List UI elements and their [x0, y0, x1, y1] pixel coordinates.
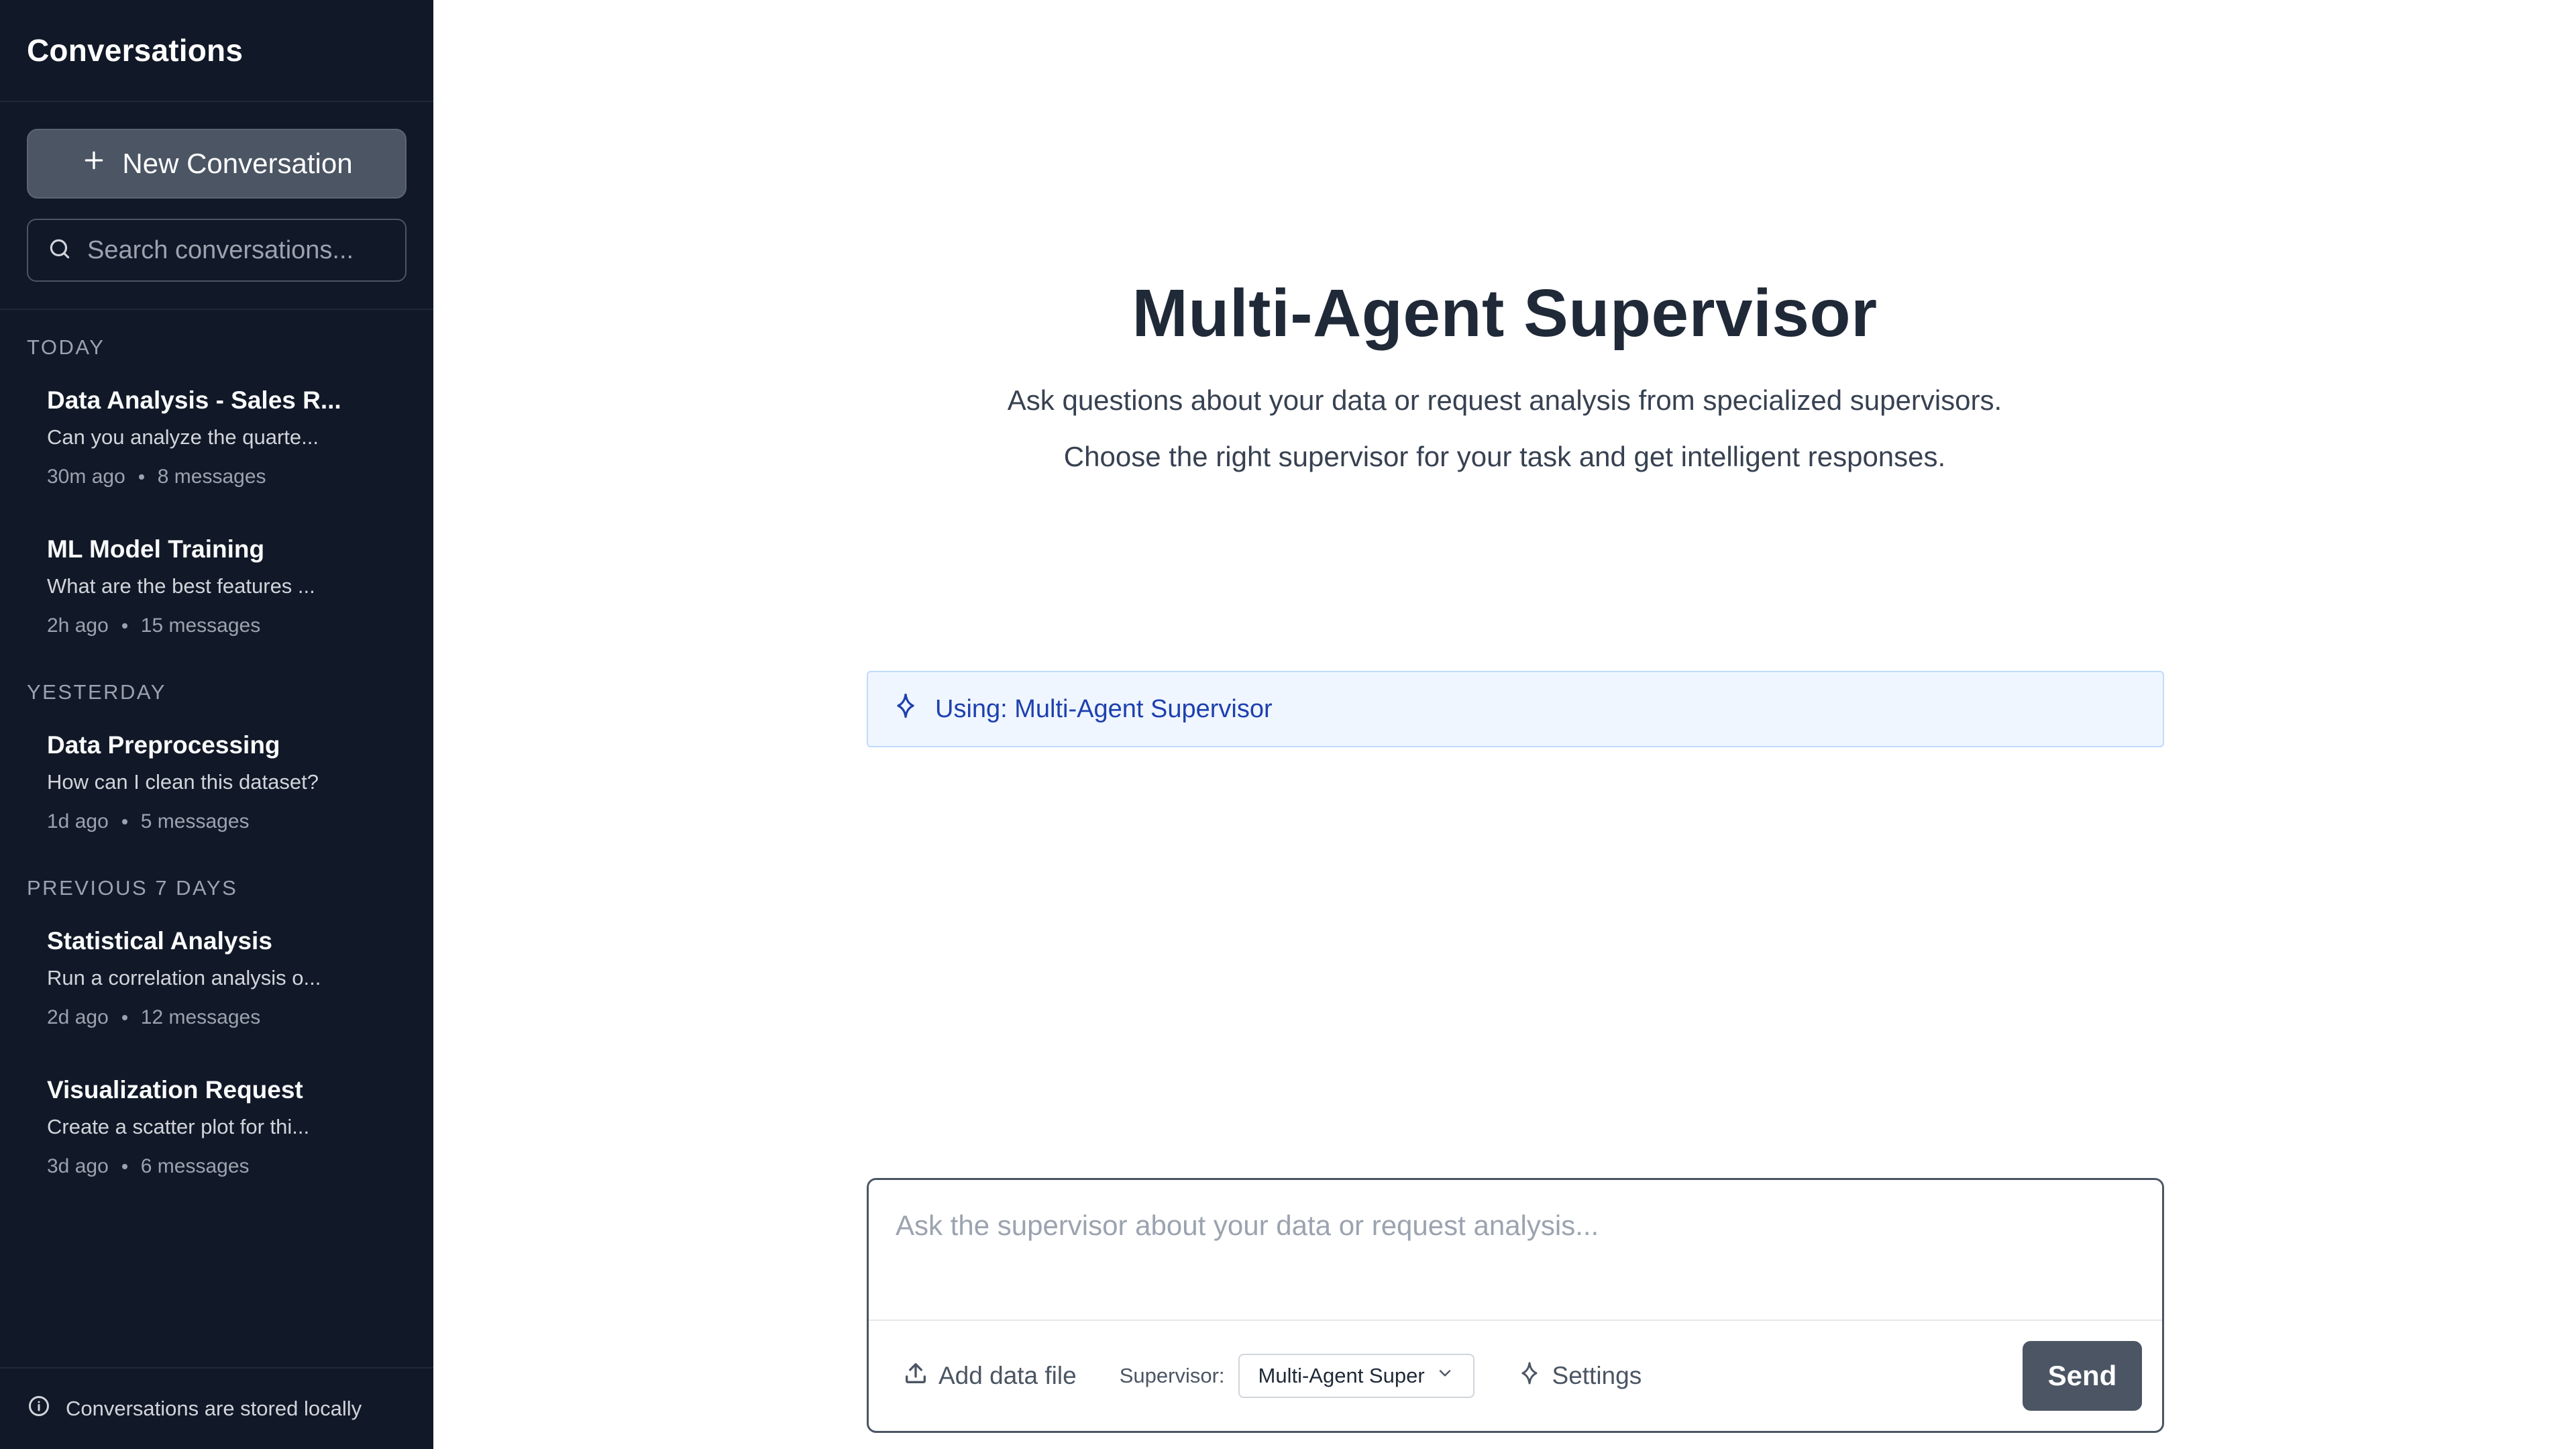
- conversation-title: ML Model Training: [47, 535, 265, 563]
- separator-dot: [138, 474, 144, 480]
- conversation-time: 1d ago: [47, 810, 109, 833]
- conversation-title: Visualization Request: [47, 1076, 303, 1104]
- page-subtitle-2: Choose the right supervisor for your tas…: [1063, 441, 1946, 472]
- conversation-item[interactable]: Data Preprocessing How can I clean this …: [0, 731, 433, 833]
- conversation-preview: Run a correlation analysis o...: [47, 966, 321, 989]
- group-today: Today Data Analysis - Sales R... Can you…: [0, 335, 433, 637]
- conversation-list: Today Data Analysis - Sales R... Can you…: [0, 310, 433, 1367]
- conversation-count: 6 messages: [140, 1155, 250, 1177]
- sidebar-title: Conversations: [27, 33, 244, 68]
- info-icon: [27, 1394, 51, 1424]
- conversation-title: Statistical Analysis: [47, 927, 272, 955]
- sidebar-header: Conversations: [0, 0, 433, 102]
- group-previous-7-days: Previous 7 Days Statistical Analysis Run…: [0, 876, 433, 1178]
- conversation-item[interactable]: Visualization Request Create a scatter p…: [0, 1076, 433, 1178]
- supervisor-selected-value: Multi-Agent Super: [1258, 1364, 1425, 1387]
- message-composer: Add data file Supervisor: Multi-Agent Su…: [867, 1178, 2164, 1433]
- conversation-preview: What are the best features ...: [47, 574, 315, 598]
- conversation-item[interactable]: Data Analysis - Sales R... Can you analy…: [0, 386, 433, 488]
- separator-dot: [121, 1164, 127, 1169]
- sidebar-footer: Conversations are stored locally: [0, 1367, 433, 1449]
- main-panel: Multi-Agent Supervisor Ask questions abo…: [433, 0, 2576, 1449]
- page-subtitle: Ask questions about your data or request…: [1007, 384, 2002, 416]
- conversation-time: 3d ago: [47, 1155, 109, 1177]
- separator-dot: [121, 1015, 127, 1020]
- conversation-item[interactable]: Statistical Analysis Run a correlation a…: [0, 927, 433, 1029]
- separator-dot: [121, 819, 127, 824]
- conversation-preview: Can you analyze the quarte...: [47, 425, 319, 449]
- conversation-preview: How can I clean this dataset?: [47, 770, 319, 794]
- conversation-count: 12 messages: [140, 1006, 261, 1028]
- sidebar-actions: New Conversation: [0, 102, 433, 310]
- sparkle-icon: [891, 691, 920, 727]
- settings-button[interactable]: Settings: [1516, 1360, 1642, 1393]
- conversation-title: Data Analysis - Sales R...: [47, 386, 341, 414]
- supervisor-select[interactable]: Multi-Agent Super: [1238, 1354, 1474, 1398]
- conversation-preview: Create a scatter plot for thi...: [47, 1115, 310, 1138]
- conversation-count: 5 messages: [140, 810, 250, 833]
- new-conversation-button[interactable]: New Conversation: [27, 129, 407, 199]
- group-label: Yesterday: [27, 680, 166, 704]
- composer-toolbar: Add data file Supervisor: Multi-Agent Su…: [869, 1321, 2162, 1431]
- add-data-file-button[interactable]: Add data file: [902, 1360, 1077, 1393]
- supervisor-label: Supervisor:: [1119, 1364, 1225, 1387]
- group-label: Today: [27, 335, 105, 359]
- conversation-time: 2h ago: [47, 614, 109, 637]
- add-data-file-label: Add data file: [938, 1362, 1077, 1389]
- settings-label: Settings: [1552, 1362, 1642, 1389]
- sidebar: Conversations New Conversation Today Dat…: [0, 0, 433, 1449]
- conversation-meta: 2d ago 12 messages: [47, 1006, 386, 1029]
- conversation-meta: 1d ago 5 messages: [47, 810, 386, 833]
- separator-dot: [121, 623, 127, 629]
- upload-icon: [902, 1360, 929, 1393]
- conversation-item[interactable]: ML Model Training What are the best feat…: [0, 535, 433, 637]
- search-input[interactable]: [87, 235, 396, 265]
- conversation-count: 8 messages: [157, 466, 266, 488]
- conversation-count: 15 messages: [140, 614, 261, 637]
- page-title: Multi-Agent Supervisor: [1132, 276, 1878, 351]
- storage-note: Conversations are stored locally: [66, 1397, 362, 1420]
- send-button[interactable]: Send: [2023, 1341, 2142, 1411]
- message-input[interactable]: [869, 1180, 2162, 1321]
- search-box: [27, 219, 407, 282]
- app: Conversations New Conversation Today Dat…: [0, 0, 2576, 1449]
- hero: Multi-Agent Supervisor Ask questions abo…: [433, 275, 2576, 473]
- group-label: Previous 7 Days: [27, 876, 238, 900]
- sparkle-icon: [1516, 1360, 1543, 1393]
- conversation-meta: 30m ago 8 messages: [47, 466, 386, 488]
- new-conversation-label: New Conversation: [122, 148, 353, 179]
- chevron-down-icon: [1436, 1364, 1454, 1388]
- using-supervisor-text: Using: Multi-Agent Supervisor: [935, 694, 1273, 723]
- conversation-time: 2d ago: [47, 1006, 109, 1028]
- conversation-meta: 3d ago 6 messages: [47, 1155, 386, 1178]
- conversation-meta: 2h ago 15 messages: [47, 614, 386, 637]
- conversation-time: 30m ago: [47, 466, 125, 488]
- group-yesterday: Yesterday Data Preprocessing How can I c…: [0, 680, 433, 833]
- search-icon: [47, 236, 72, 265]
- plus-icon: [80, 147, 107, 180]
- using-supervisor-banner: Using: Multi-Agent Supervisor: [867, 671, 2164, 747]
- conversation-title: Data Preprocessing: [47, 731, 280, 759]
